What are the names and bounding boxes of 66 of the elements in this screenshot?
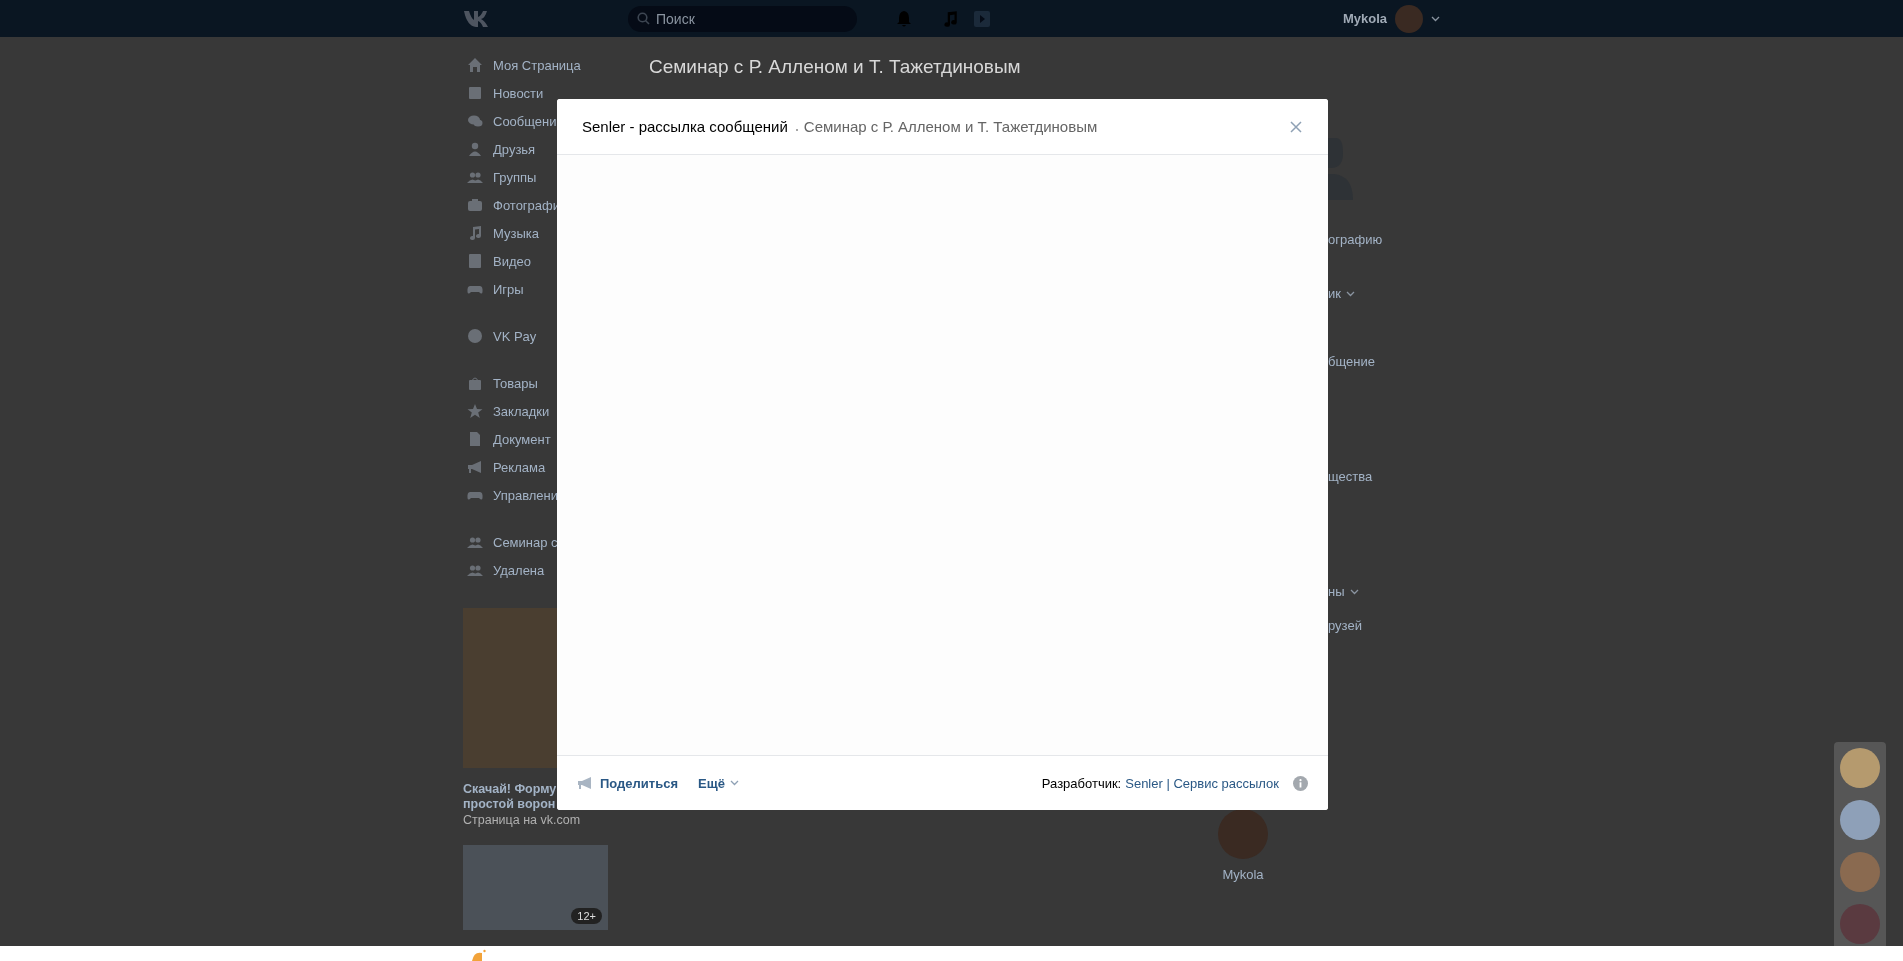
sidebar-item[interactable]: Группы: [463, 163, 649, 191]
logo-icon[interactable]: [472, 949, 486, 961]
sidebar-item[interactable]: Игры: [463, 275, 649, 303]
sidebar-item[interactable]: Товары: [463, 369, 649, 397]
person-icon: [467, 141, 483, 157]
sidebar-item[interactable]: Семинар с: [463, 528, 649, 556]
sidebar-item[interactable]: Видео: [463, 247, 649, 275]
profile-link[interactable]: ны: [1328, 584, 1440, 599]
avatar[interactable]: [1218, 809, 1268, 859]
more-button[interactable]: Ещё: [698, 775, 739, 791]
chat-avatar[interactable]: [1840, 904, 1880, 944]
age-badge: 12+: [571, 908, 602, 924]
sidebar-item[interactable]: Моя Страница: [463, 51, 649, 79]
sidebar-item[interactable]: Закладки: [463, 397, 649, 425]
video-play-icon[interactable]: [973, 9, 991, 28]
sidebar-item[interactable]: Новости: [463, 79, 649, 107]
chat-avatar[interactable]: [1840, 852, 1880, 892]
developer-label: Разработчик:: [1041, 775, 1122, 791]
sidebar-item[interactable]: Документ: [463, 425, 649, 453]
chat-avatar[interactable]: [1840, 800, 1880, 840]
member-name[interactable]: Mykola: [1222, 867, 1264, 882]
people-icon: [467, 534, 483, 550]
sidebar-item[interactable]: Музыка: [463, 219, 649, 247]
photo-placeholder[interactable]: 12+: [463, 845, 608, 930]
sidebar-item[interactable]: Фотографи: [463, 191, 649, 219]
megaphone-icon: [467, 459, 483, 475]
sidebar-item[interactable]: Управлени: [463, 481, 649, 509]
sidebar-item[interactable]: VK Pay: [463, 322, 649, 350]
profile-link[interactable]: щества: [1328, 469, 1440, 484]
user-name[interactable]: Mykola: [1342, 11, 1387, 26]
profile-link[interactable]: бщение: [1328, 354, 1440, 369]
bell-icon[interactable]: [895, 9, 913, 28]
ad-source: Страница на vk.com: [463, 813, 582, 827]
search-field[interactable]: Поиск: [628, 5, 857, 32]
page-title: Семинар с Р. Алленом и Т. Тажетдиновым: [649, 56, 1022, 78]
caret-icon: [1431, 15, 1440, 22]
caret-icon: [1349, 588, 1359, 595]
chat-avatar[interactable]: [1840, 748, 1880, 788]
avatar[interactable]: [1395, 4, 1423, 33]
info-icon[interactable]: [1293, 775, 1308, 791]
music-note-icon[interactable]: [941, 9, 959, 28]
coin-icon: [467, 328, 483, 344]
profile-link[interactable]: ографию: [1328, 232, 1440, 247]
chat-icon: [467, 113, 483, 129]
caret-icon: [729, 780, 739, 786]
star-icon: [467, 403, 483, 419]
photo-placeholder[interactable]: [463, 608, 557, 768]
megaphone-icon: [577, 775, 593, 791]
home-icon: [467, 57, 483, 73]
sidebar-item[interactable]: Удалена: [463, 556, 649, 584]
document-icon: [467, 431, 483, 447]
profile-link[interactable]: рузей: [1328, 618, 1440, 633]
camera-icon: [467, 197, 483, 213]
community-name: Семинар с Р. Алленом и Т. Тажетдиновым: [803, 118, 1098, 135]
people-icon: [467, 169, 483, 185]
developer-link[interactable]: Senler | Сервис рассылок: [1125, 775, 1279, 791]
dialog-title: Senler - рассылка сообщений: [582, 118, 788, 135]
bag-icon: [467, 375, 483, 391]
close-button[interactable]: [1289, 119, 1303, 134]
music-note-icon: [467, 225, 483, 241]
caret-icon: [1345, 290, 1355, 297]
sidebar-item[interactable]: Реклама: [463, 453, 649, 481]
share-button[interactable]: Поделиться: [577, 775, 679, 791]
sidebar-item[interactable]: Друзья: [463, 135, 649, 163]
people-icon: [467, 562, 483, 578]
profile-link[interactable]: ик: [1328, 286, 1440, 301]
